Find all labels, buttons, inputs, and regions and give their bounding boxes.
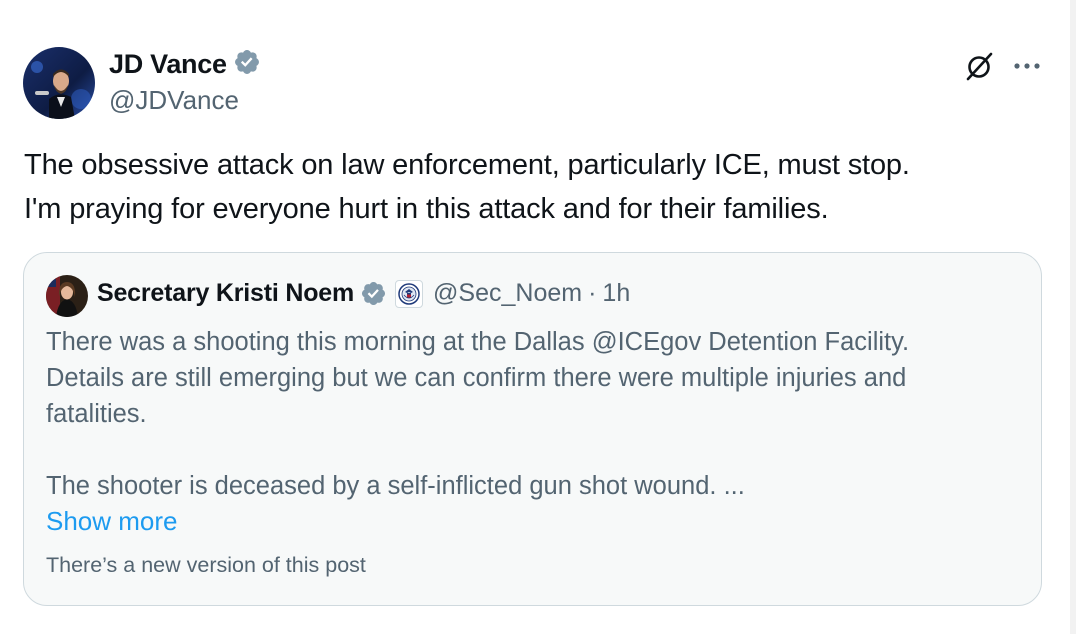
post-text-line: I'm praying for everyone hurt in this at… — [24, 193, 829, 225]
verified-badge-icon[interactable] — [360, 280, 387, 307]
more-icon[interactable] — [1011, 52, 1043, 80]
show-more-link[interactable]: Show more — [46, 506, 178, 537]
dhs-seal-icon[interactable] — [395, 279, 424, 308]
page-edge — [1070, 0, 1076, 634]
grok-icon[interactable] — [963, 50, 995, 82]
author-handle[interactable]: @JDVance — [109, 85, 239, 116]
quote-body-line: Details are still emerging but we can co… — [46, 364, 907, 392]
quote-author-handle[interactable]: @Sec_Noem — [433, 279, 582, 308]
new-version-notice: There’s a new version of this post — [46, 553, 366, 577]
quote-header: Secretary Kristi Noem @Sec_Noem · 1h — [97, 279, 630, 308]
quote-author-avatar[interactable] — [46, 275, 88, 317]
post-text-line: The obsessive attack on law enforcement,… — [24, 149, 910, 181]
quote-body-line: The shooter is deceased by a self-inflic… — [46, 472, 745, 500]
author-name-text: JD Vance — [109, 49, 227, 79]
quoted-post-card[interactable]: Secretary Kristi Noem @Sec_Noem · 1h The… — [23, 252, 1042, 606]
author-avatar[interactable] — [23, 47, 95, 119]
verified-badge-icon[interactable] — [233, 48, 261, 81]
quote-body: There was a shooting this morning at the… — [46, 324, 1021, 504]
quote-body-line: There was a shooting this morning at the… — [46, 328, 910, 356]
quote-separator: · — [588, 279, 597, 307]
author-name[interactable]: JD Vance — [109, 48, 261, 81]
quote-body-line: fatalities. — [46, 400, 147, 428]
quote-author-name[interactable]: Secretary Kristi Noem — [97, 279, 354, 308]
post-text: The obsessive attack on law enforcement,… — [24, 143, 1034, 231]
quote-timestamp[interactable]: 1h — [602, 279, 630, 308]
